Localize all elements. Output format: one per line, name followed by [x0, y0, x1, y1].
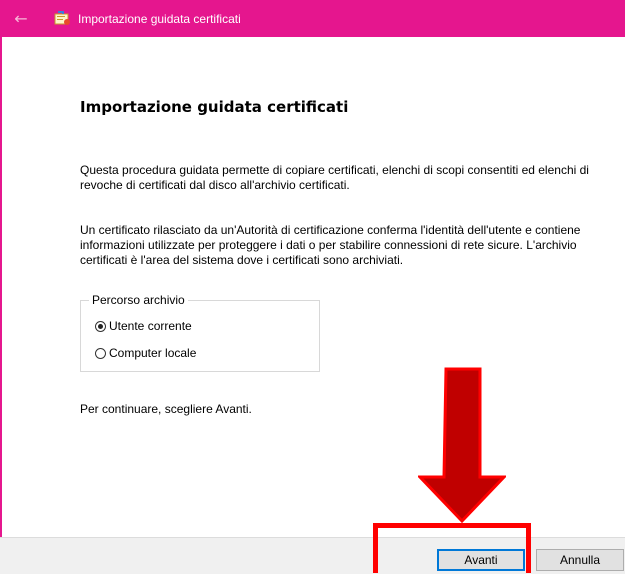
description-paragraph: Un certificato rilasciato da un'Autorità…	[80, 223, 581, 267]
radio-button-unchecked[interactable]	[95, 347, 106, 359]
radio-local-machine-label[interactable]: Computer locale	[109, 346, 196, 360]
cancel-button[interactable]: Annulla	[536, 549, 624, 571]
store-location-group: Percorso archivio Utente corrente Comput…	[80, 293, 320, 372]
page-title: Importazione guidata certificati	[80, 98, 349, 116]
store-location-legend: Percorso archivio	[89, 293, 188, 307]
certificate-icon	[54, 10, 72, 27]
wizard-window: ← Importazione guidata certificati Impor…	[0, 0, 625, 574]
window-border	[0, 37, 2, 573]
continue-instruction: Per continuare, scegliere Avanti.	[80, 402, 252, 416]
radio-current-user[interactable]: Utente corrente	[95, 319, 192, 333]
title-bar: ← Importazione guidata certificati	[0, 0, 625, 37]
down-arrow-annotation-icon	[418, 367, 506, 523]
window-title: Importazione guidata certificati	[78, 11, 241, 26]
radio-local-machine[interactable]: Computer locale	[95, 346, 196, 360]
radio-button-checked[interactable]	[95, 320, 106, 332]
intro-paragraph: Questa procedura guidata permette di cop…	[80, 163, 589, 192]
button-bar	[0, 537, 625, 574]
radio-current-user-label[interactable]: Utente corrente	[109, 319, 192, 333]
back-arrow-icon[interactable]: ←	[10, 8, 32, 30]
highlight-box-annotation	[373, 523, 531, 573]
